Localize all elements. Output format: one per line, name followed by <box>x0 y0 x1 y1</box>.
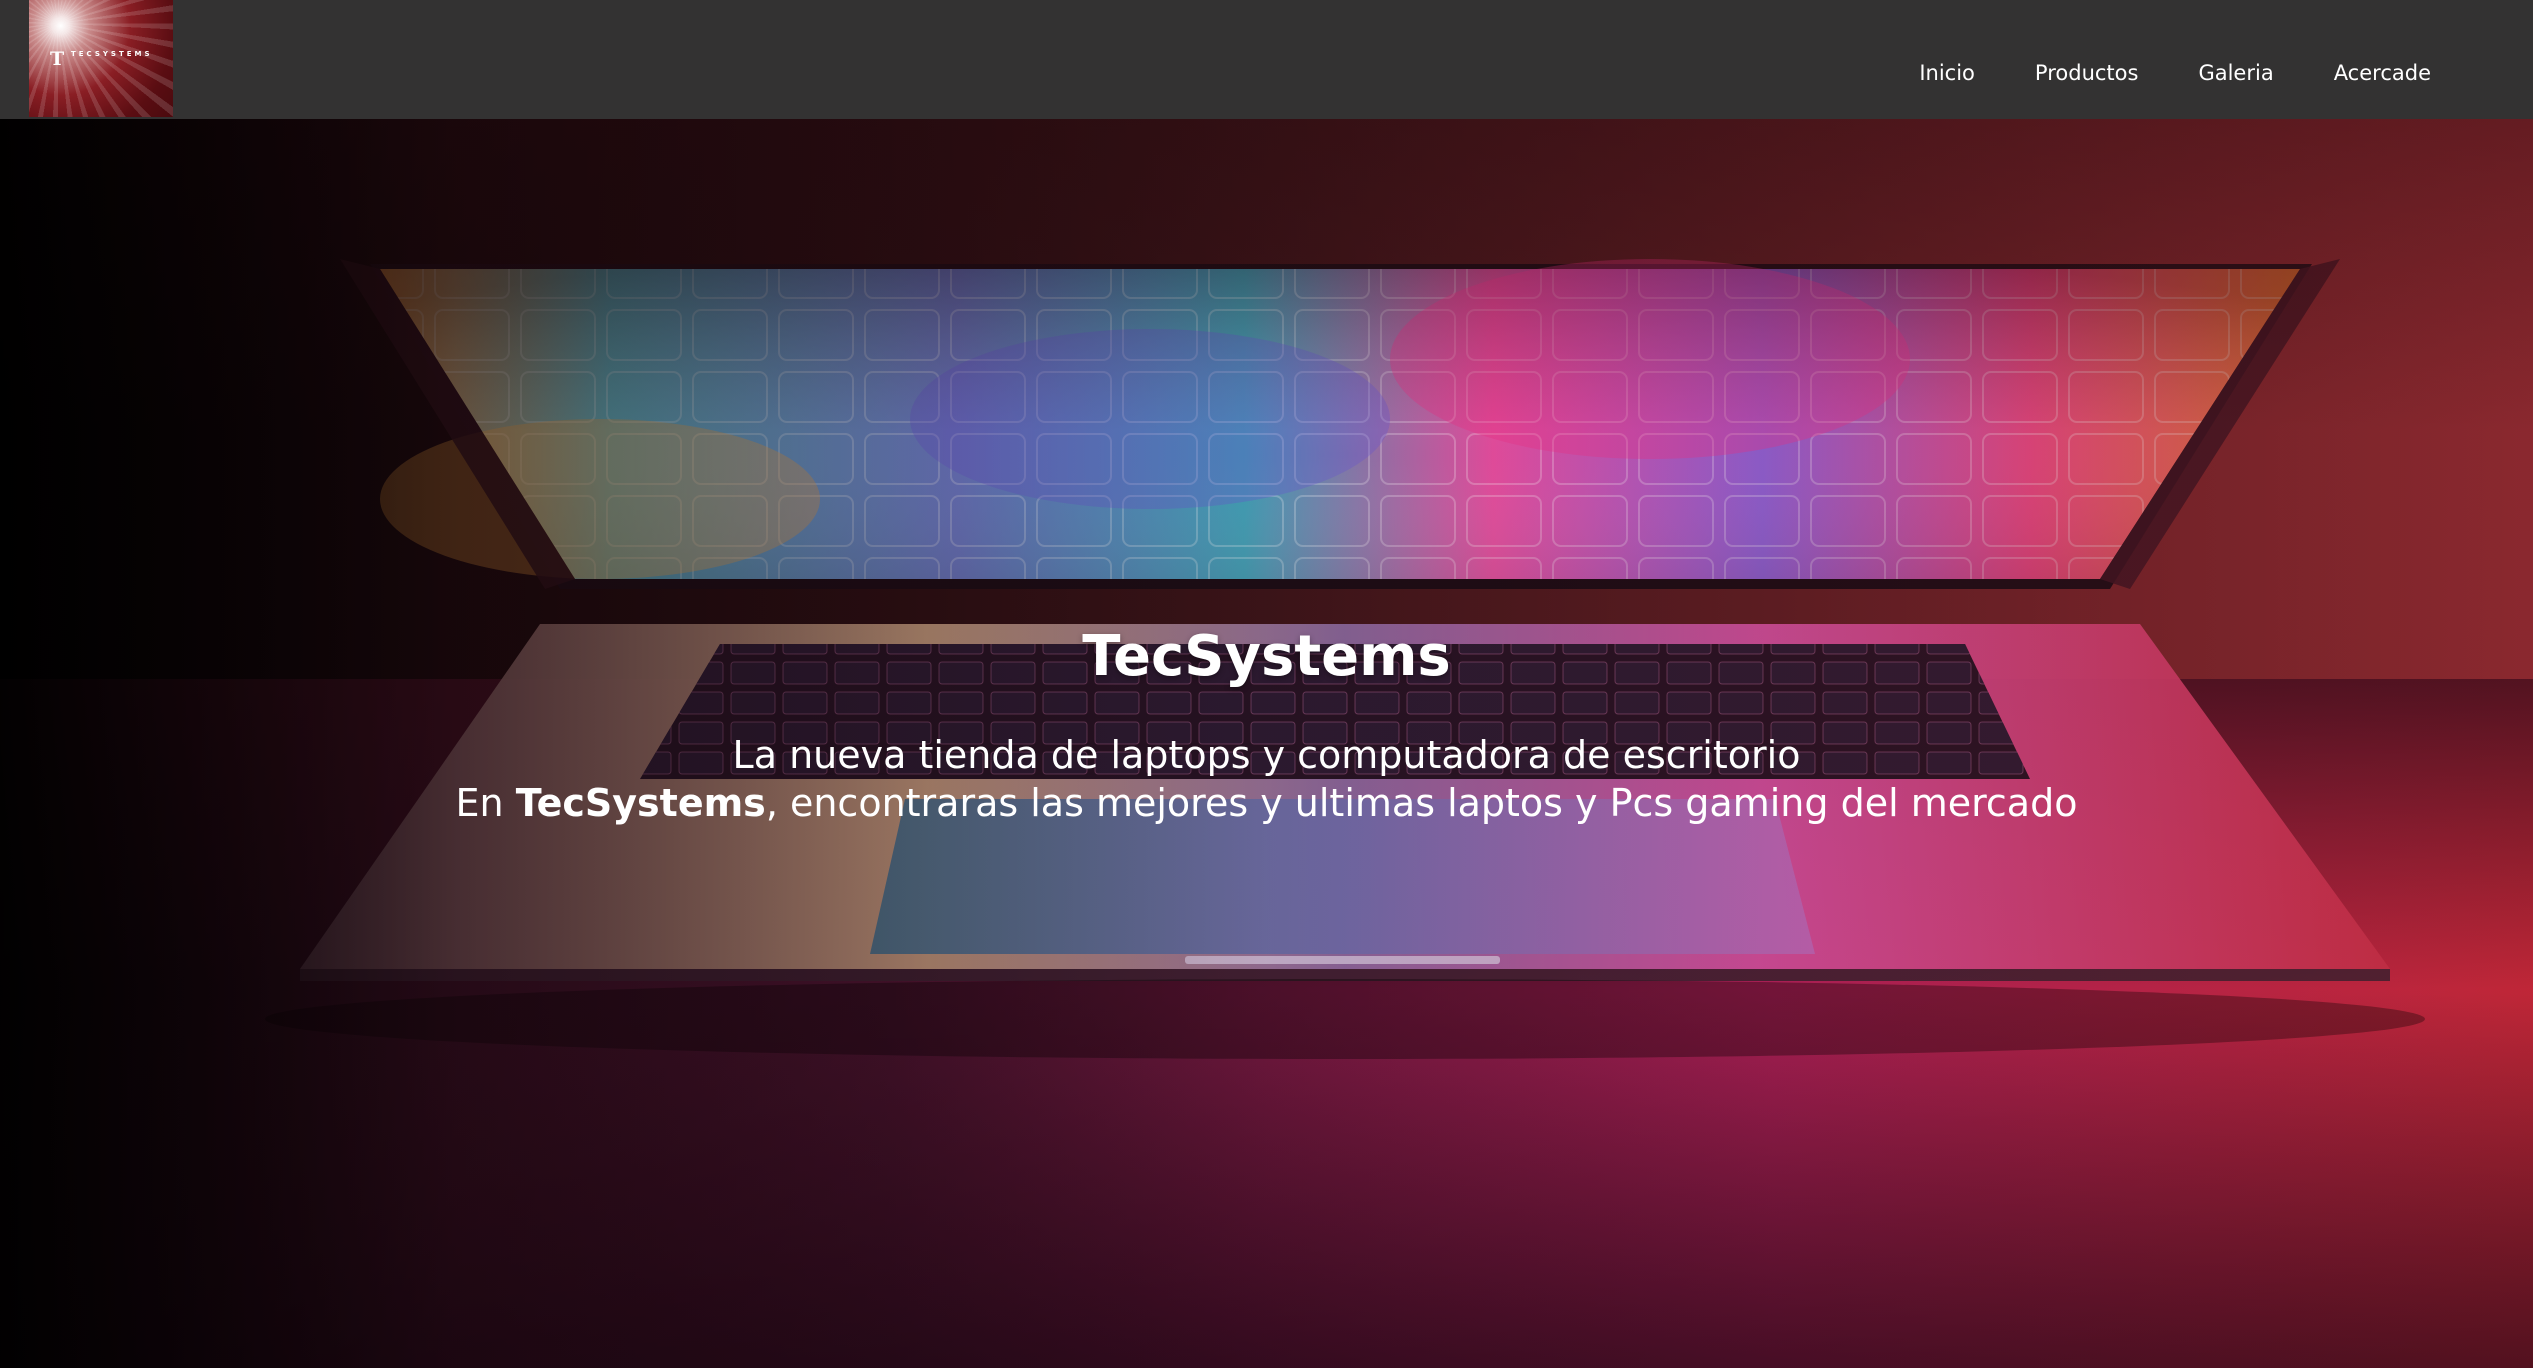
nav-item-acercade[interactable]: Acercade <box>2334 58 2431 88</box>
hero-subtitle-line2-suffix: , encontraras las mejores y ultimas lapt… <box>765 781 2078 825</box>
hero-subtitle: La nueva tienda de laptops y computadora… <box>0 731 2533 827</box>
hero-title: TecSystems <box>1082 624 1451 689</box>
hero-section: TecSystems La nueva tienda de laptops y … <box>0 119 2533 1368</box>
hero-subtitle-line1: La nueva tienda de laptops y computadora… <box>732 733 1801 777</box>
nav-item-productos[interactable]: Productos <box>2035 58 2139 88</box>
main-nav: Inicio Productos Galeria Acercade <box>1919 58 2533 88</box>
nav-item-inicio[interactable]: Inicio <box>1919 58 1975 88</box>
hero-subtitle-brand: TecSystems <box>515 781 766 825</box>
logo-mark: T <box>50 48 65 70</box>
logo-text: TECSYSTEMS <box>71 50 153 58</box>
nav-item-galeria[interactable]: Galeria <box>2198 58 2273 88</box>
hero-subtitle-line2-prefix: En <box>455 781 516 825</box>
navbar: T TECSYSTEMS Inicio Productos Galeria Ac… <box>0 0 2533 119</box>
tecsystems-logo[interactable]: T TECSYSTEMS <box>29 0 173 117</box>
